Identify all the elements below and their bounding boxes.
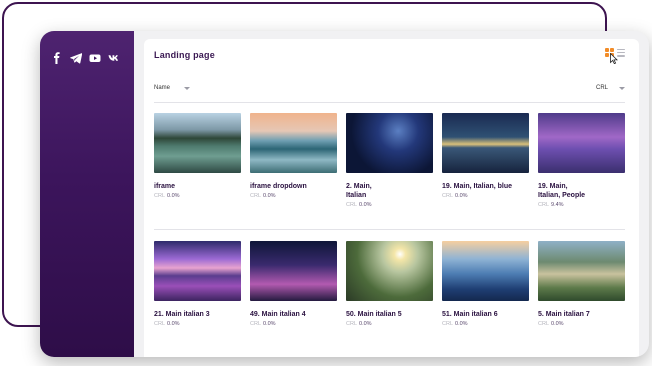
landing-card[interactable]: 19. Main, Italian, People CRL 9.4%	[538, 113, 625, 208]
card-row: 21. Main italian 3 CRL 0.0% 49. Main ital…	[154, 241, 625, 327]
divider	[154, 102, 625, 103]
landing-card[interactable]: 2. Main, Italian CRL 0.0%	[346, 113, 433, 208]
page-title: Landing page	[154, 50, 215, 60]
thumbnail-image[interactable]	[346, 113, 433, 173]
view-toggles	[605, 48, 625, 64]
card-crl: CRL 0.0%	[442, 193, 468, 199]
card-crl: CRL 0.0%	[538, 321, 564, 327]
landing-card[interactable]: 19. Main, Italian, blue CRL 0.0%	[442, 113, 529, 208]
youtube-icon[interactable]	[89, 52, 101, 64]
card-crl: CRL 0.0%	[154, 193, 180, 199]
crl-value: 0.0%	[263, 321, 276, 327]
landing-card[interactable]: 5. Main italian 7 CRL 0.0%	[538, 241, 625, 327]
thumbnail-image[interactable]	[538, 113, 625, 173]
crl-value: 0.0%	[167, 193, 180, 199]
grid-view-icon[interactable]	[605, 48, 618, 64]
crl-value: 0.0%	[263, 193, 276, 199]
thumbnail-image[interactable]	[250, 241, 337, 301]
thumbnail-image[interactable]	[346, 241, 433, 301]
crl-value: 0.0%	[455, 193, 468, 199]
chevron-down-icon	[619, 86, 625, 90]
card-title[interactable]: iframe	[154, 182, 241, 191]
card-crl: CRL 0.0%	[346, 202, 372, 208]
card-title[interactable]: 19. Main, Italian, People	[538, 182, 625, 200]
card-title[interactable]: 2. Main, Italian	[346, 182, 433, 200]
card-crl: CRL 0.0%	[442, 321, 468, 327]
crl-value: 9.4%	[551, 202, 564, 208]
landing-card[interactable]: 49. Main italian 4 CRL 0.0%	[250, 241, 337, 327]
card-crl: CRL 9.4%	[538, 202, 564, 208]
card-title[interactable]: iframe dropdown	[250, 182, 337, 191]
card-crl: CRL 0.0%	[346, 321, 372, 327]
landing-card[interactable]: 51. Main italian 6 CRL 0.0%	[442, 241, 529, 327]
card-row: iframe CRL 0.0% iframe dropdown CRL 0.0% 2…	[154, 113, 625, 208]
landing-card[interactable]: 50. Main italian 5 CRL 0.0%	[346, 241, 433, 327]
app-window: Landing page Name CRL iframe CRL 0.0% if…	[40, 31, 649, 357]
thumbnail-image[interactable]	[442, 113, 529, 173]
vk-icon[interactable]	[108, 52, 120, 64]
crl-value: 0.0%	[551, 321, 564, 327]
card-title[interactable]: 5. Main italian 7	[538, 310, 625, 319]
thumbnail-image[interactable]	[250, 113, 337, 173]
mouse-cursor-icon	[610, 53, 618, 64]
card-title[interactable]: 49. Main italian 4	[250, 310, 337, 319]
crl-value: 0.0%	[359, 202, 372, 208]
content-area: Landing page Name CRL iframe CRL 0.0% if…	[134, 31, 649, 357]
crl-value: 0.0%	[359, 321, 372, 327]
card-title[interactable]: 21. Main italian 3	[154, 310, 241, 319]
thumbnail-image[interactable]	[442, 241, 529, 301]
divider	[154, 229, 625, 230]
thumbnail-image[interactable]	[154, 241, 241, 301]
crl-value: 0.0%	[455, 321, 468, 327]
thumbnail-image[interactable]	[538, 241, 625, 301]
card-title[interactable]: 51. Main italian 6	[442, 310, 529, 319]
card-title[interactable]: 50. Main italian 5	[346, 310, 433, 319]
card-crl: CRL 0.0%	[250, 321, 276, 327]
landing-card[interactable]: 21. Main italian 3 CRL 0.0%	[154, 241, 241, 327]
thumbnail-image[interactable]	[154, 113, 241, 173]
sort-row: Name CRL	[154, 82, 625, 94]
landing-card[interactable]: iframe CRL 0.0%	[154, 113, 241, 208]
sort-name-label: Name	[154, 85, 171, 91]
chevron-down-icon	[184, 86, 191, 90]
telegram-icon[interactable]	[70, 52, 82, 64]
crl-value: 0.0%	[167, 321, 180, 327]
landing-card[interactable]: iframe dropdown CRL 0.0%	[250, 113, 337, 208]
sort-by-name[interactable]: Name	[154, 85, 191, 91]
stage: Landing page Name CRL iframe CRL 0.0% if…	[0, 0, 652, 366]
sidebar	[40, 31, 134, 357]
landing-panel: Landing page Name CRL iframe CRL 0.0% if…	[144, 39, 639, 357]
facebook-icon[interactable]	[51, 52, 63, 64]
card-crl: CRL 0.0%	[250, 193, 276, 199]
card-crl: CRL 0.0%	[154, 321, 180, 327]
card-title[interactable]: 19. Main, Italian, blue	[442, 182, 529, 191]
sort-by-crl[interactable]: CRL	[596, 85, 625, 91]
sort-crl-label: CRL	[595, 85, 608, 91]
